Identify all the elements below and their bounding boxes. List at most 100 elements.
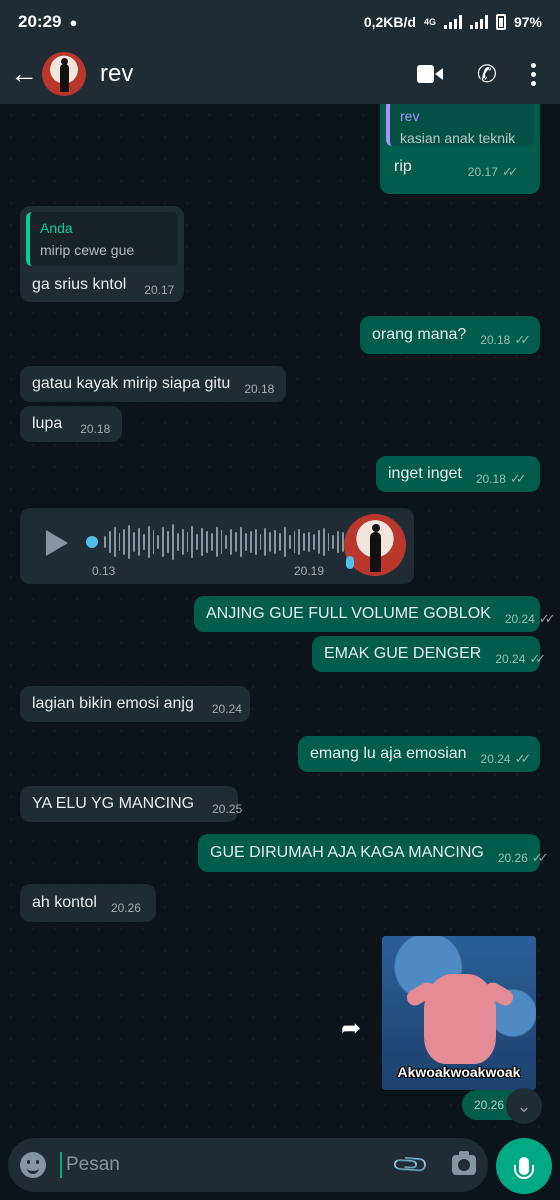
message-bubble[interactable]: lagian bikin emosi anjg 20.24 — [20, 686, 250, 722]
network-type: 4G — [423, 17, 436, 27]
read-ticks-icon: ✓✓ — [538, 611, 556, 626]
waveform-bar — [104, 536, 106, 548]
voice-progress-handle[interactable] — [86, 536, 98, 548]
waveform-bar — [206, 531, 208, 553]
status-bar: 20:29 ● 0,2KB/d 4G 97% — [0, 0, 560, 44]
voice-waveform[interactable] — [104, 522, 344, 562]
waveform-bar — [172, 524, 174, 560]
contact-name[interactable]: rev — [100, 60, 133, 88]
voice-message[interactable]: 0.13 20.19 — [20, 508, 414, 584]
message-bubble[interactable]: lupa 20.18 — [20, 406, 122, 442]
microphone-icon — [346, 556, 354, 569]
waveform-bar — [157, 535, 160, 549]
message-bubble[interactable]: ah kontol 20.26 — [20, 884, 156, 922]
message-time: 20.17 — [144, 283, 175, 297]
microphone-icon — [514, 1157, 534, 1179]
waveform-bar — [283, 527, 286, 557]
attach-icon[interactable]: 📎 — [390, 1144, 432, 1186]
message-time: 20.24 — [480, 752, 511, 766]
camera-icon[interactable] — [452, 1151, 476, 1175]
message-bubble[interactable]: GUE DIRUMAH AJA KAGA MANCING 20.26 ✓✓ — [198, 834, 549, 872]
voice-duration: 0.13 — [92, 564, 116, 578]
message-bubble[interactable]: ANJING GUE FULL VOLUME GOBLOK 20.24 ✓✓ — [194, 596, 556, 632]
waveform-bar — [288, 535, 291, 549]
message-time: 20.24 — [211, 702, 242, 716]
message-bubble[interactable]: YA ELU YG MANCING 20.25 — [20, 786, 242, 822]
waveform-bar — [196, 534, 199, 550]
message-text: orang mana? — [372, 326, 467, 343]
message-bubble[interactable]: emang lu aja emosian 20.24 ✓✓ — [298, 736, 540, 772]
waveform-bar — [317, 530, 320, 554]
quoted-author: Anda — [40, 220, 73, 236]
scroll-down-icon[interactable]: ⌄ — [506, 1088, 542, 1124]
arrow-left-icon[interactable]: ← — [10, 58, 40, 90]
message-input[interactable] — [60, 1152, 397, 1178]
read-ticks-icon: ✓✓ — [509, 471, 527, 486]
waveform-bar — [225, 535, 228, 549]
read-ticks-icon: ✓✓ — [501, 164, 519, 179]
message-time: 20.18 — [480, 333, 511, 347]
chat-area[interactable]: rev kasian anak teknik rip 20.17 ✓✓ Anda… — [0, 104, 560, 1134]
emoji-icon[interactable] — [20, 1152, 46, 1178]
waveform-bar — [274, 530, 276, 554]
message-bubble[interactable]: Anda mirip cewe gue ga srius kntol 20.17 — [20, 206, 184, 302]
message-time: 20.18 — [80, 422, 111, 436]
avatar[interactable] — [42, 52, 86, 96]
waveform-bar — [235, 532, 238, 552]
sticker-image[interactable]: Akwoakwoakwoak — [382, 936, 536, 1090]
waveform-bar — [162, 527, 165, 557]
message-text: inget inget — [388, 465, 462, 482]
notification-icon: ● — [69, 14, 78, 30]
waveform-bar — [220, 530, 223, 554]
read-ticks-icon: ✓✓ — [514, 751, 532, 766]
message-text: GUE DIRUMAH AJA KAGA MANCING — [210, 844, 484, 861]
message-time: 20.24 — [495, 652, 526, 666]
waveform-bar — [327, 533, 330, 551]
waveform-bar — [332, 535, 335, 549]
waveform-bar — [215, 527, 218, 557]
waveform-bar — [259, 534, 262, 550]
waveform-bar — [264, 528, 267, 556]
sticker-caption: Akwoakwoakwoak — [397, 1064, 521, 1080]
waveform-bar — [210, 533, 213, 551]
waveform-bar — [176, 533, 179, 551]
read-ticks-icon: ✓✓ — [529, 651, 546, 666]
message-bubble[interactable]: orang mana? 20.18 ✓✓ — [360, 316, 540, 354]
video-call-icon[interactable] — [416, 65, 443, 83]
waveform-bar — [298, 529, 301, 555]
voice-call-icon[interactable]: ✆ — [477, 60, 497, 89]
waveform-bar — [303, 533, 306, 551]
message-bubble[interactable]: gatau kayak mirip siapa gitu 20.18 — [20, 366, 286, 402]
quoted-message[interactable]: rev kasian anak teknik — [386, 104, 534, 146]
waveform-bar — [191, 526, 194, 558]
waveform-bar — [181, 529, 184, 555]
quoted-message[interactable]: Anda mirip cewe gue — [26, 212, 178, 266]
network-speed: 0,2KB/d — [363, 14, 416, 30]
forward-icon[interactable]: ➦ — [336, 1014, 366, 1044]
more-options-icon[interactable] — [531, 62, 536, 86]
read-ticks-icon: ✓✓ — [531, 850, 549, 865]
waveform-bar — [113, 527, 116, 557]
message-text: ga srius kntol — [32, 276, 127, 293]
waveform-bar — [133, 532, 136, 552]
message-time: 20.18 — [475, 472, 506, 486]
play-icon[interactable] — [46, 530, 68, 556]
message-time: 20.26 — [110, 901, 141, 915]
waveform-bar — [167, 531, 170, 553]
message-text: lupa — [32, 415, 63, 432]
waveform-bar — [138, 528, 140, 556]
microphone-button[interactable] — [496, 1138, 552, 1194]
waveform-bar — [142, 534, 145, 550]
message-bubble[interactable]: inget inget 20.18 ✓✓ — [376, 456, 540, 492]
message-bubble[interactable]: EMAK GUE DENGER 20.24 ✓✓ — [312, 636, 546, 672]
message-time: 20.18 — [244, 382, 275, 396]
waveform-bar — [152, 530, 155, 554]
waveform-bar — [240, 527, 242, 557]
message-text: ANJING GUE FULL VOLUME GOBLOK — [206, 605, 491, 622]
waveform-bar — [254, 529, 257, 555]
message-text: lagian bikin emosi anjg — [32, 695, 194, 712]
quoted-text: mirip cewe gue — [40, 242, 135, 258]
message-time: 20.19 — [294, 564, 325, 578]
message-bubble[interactable]: rev kasian anak teknik rip 20.17 ✓✓ — [380, 104, 540, 194]
waveform-bar — [322, 528, 325, 556]
